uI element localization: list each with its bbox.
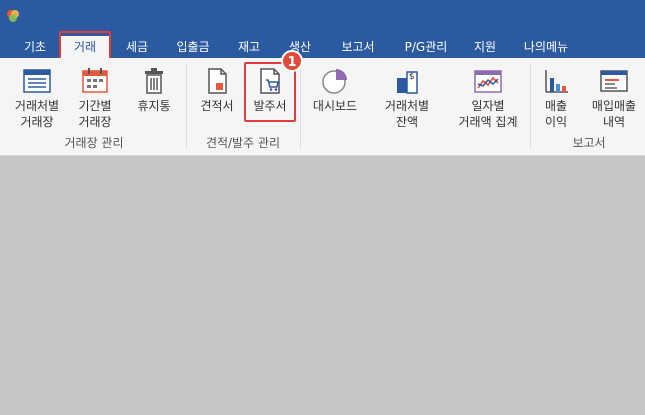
purchase-sales-details-button[interactable]: 매입매출 내역 xyxy=(584,58,644,134)
sales-profit-button[interactable]: 매출 이익 xyxy=(534,58,578,134)
tab-transaction[interactable]: 거래 xyxy=(61,36,109,60)
trash-label: 휴지통 xyxy=(137,99,171,113)
purchase-order-label: 발주서 xyxy=(253,99,287,113)
balance-by-client-button[interactable]: $ 거래처별 잔액 xyxy=(372,58,442,134)
balance-by-client-label: 거래처별 잔액 xyxy=(384,99,430,129)
group-separator xyxy=(300,64,301,148)
quotation-label: 견적서 xyxy=(200,99,234,113)
balance-chart-icon: $ xyxy=(397,71,418,94)
daily-total-label: 일자별 거래액 집계 xyxy=(458,99,518,129)
bar-chart-icon xyxy=(545,70,568,93)
report-window-icon xyxy=(600,70,628,92)
ledger-by-period-label: 기간별 거래장 xyxy=(78,99,112,129)
ribbon: 거래처별 거래장 기간별 거래장 휴지통 거래장 관리 견적서 발주서 견적/발… xyxy=(0,58,645,156)
quotation-button[interactable]: 견적서 xyxy=(192,58,242,134)
ledger-list-icon xyxy=(23,69,51,93)
sales-profit-label: 매출 이익 xyxy=(544,99,568,129)
tab-support[interactable]: 지원 xyxy=(470,36,500,58)
pie-chart-icon xyxy=(322,69,347,94)
tab-deposit-withdrawal[interactable]: 입출금 xyxy=(170,36,216,58)
document-icon xyxy=(208,68,227,94)
title-bar xyxy=(0,0,645,36)
group-separator xyxy=(530,64,531,148)
ledger-by-period-button[interactable]: 기간별 거래장 xyxy=(68,58,122,134)
daily-total-button[interactable]: 일자별 거래액 집계 xyxy=(448,58,528,134)
ledger-by-client-label: 거래처별 거래장 xyxy=(14,99,60,129)
ledger-by-client-button[interactable]: 거래처별 거래장 xyxy=(6,58,68,134)
tab-my-menu[interactable]: 나의메뉴 xyxy=(518,36,574,58)
dashboard-button[interactable]: 대시보드 xyxy=(306,58,364,134)
tab-pg-management[interactable]: P/G관리 xyxy=(398,36,454,58)
tab-tax[interactable]: 세금 xyxy=(121,36,153,58)
tab-basic[interactable]: 기초 xyxy=(20,36,50,58)
calendar-icon xyxy=(82,68,108,93)
svg-text:$: $ xyxy=(409,72,415,82)
step-number-badge: 1 xyxy=(281,50,303,72)
tab-reports[interactable]: 보고서 xyxy=(335,36,381,58)
workspace-area xyxy=(0,157,645,415)
shopping-cart-document-icon xyxy=(260,68,280,94)
app-logo-icon xyxy=(7,10,19,22)
group-separator xyxy=(186,64,187,148)
trash-icon xyxy=(145,68,163,94)
trash-button[interactable]: 휴지통 xyxy=(128,58,180,134)
group-label-quote-order: 견적/발주 관리 xyxy=(205,136,281,150)
dashboard-label: 대시보드 xyxy=(312,99,358,113)
tab-inventory[interactable]: 재고 xyxy=(233,36,265,58)
group-label-reports: 보고서 xyxy=(572,136,606,150)
calendar-line-chart-icon xyxy=(474,70,502,93)
group-label-ledger: 거래장 관리 xyxy=(64,136,124,150)
purchase-sales-details-label: 매입매출 내역 xyxy=(591,99,637,129)
menu-bar: 기초 거래 세금 입출금 재고 생산 보고서 P/G관리 지원 나의메뉴 xyxy=(0,36,645,60)
